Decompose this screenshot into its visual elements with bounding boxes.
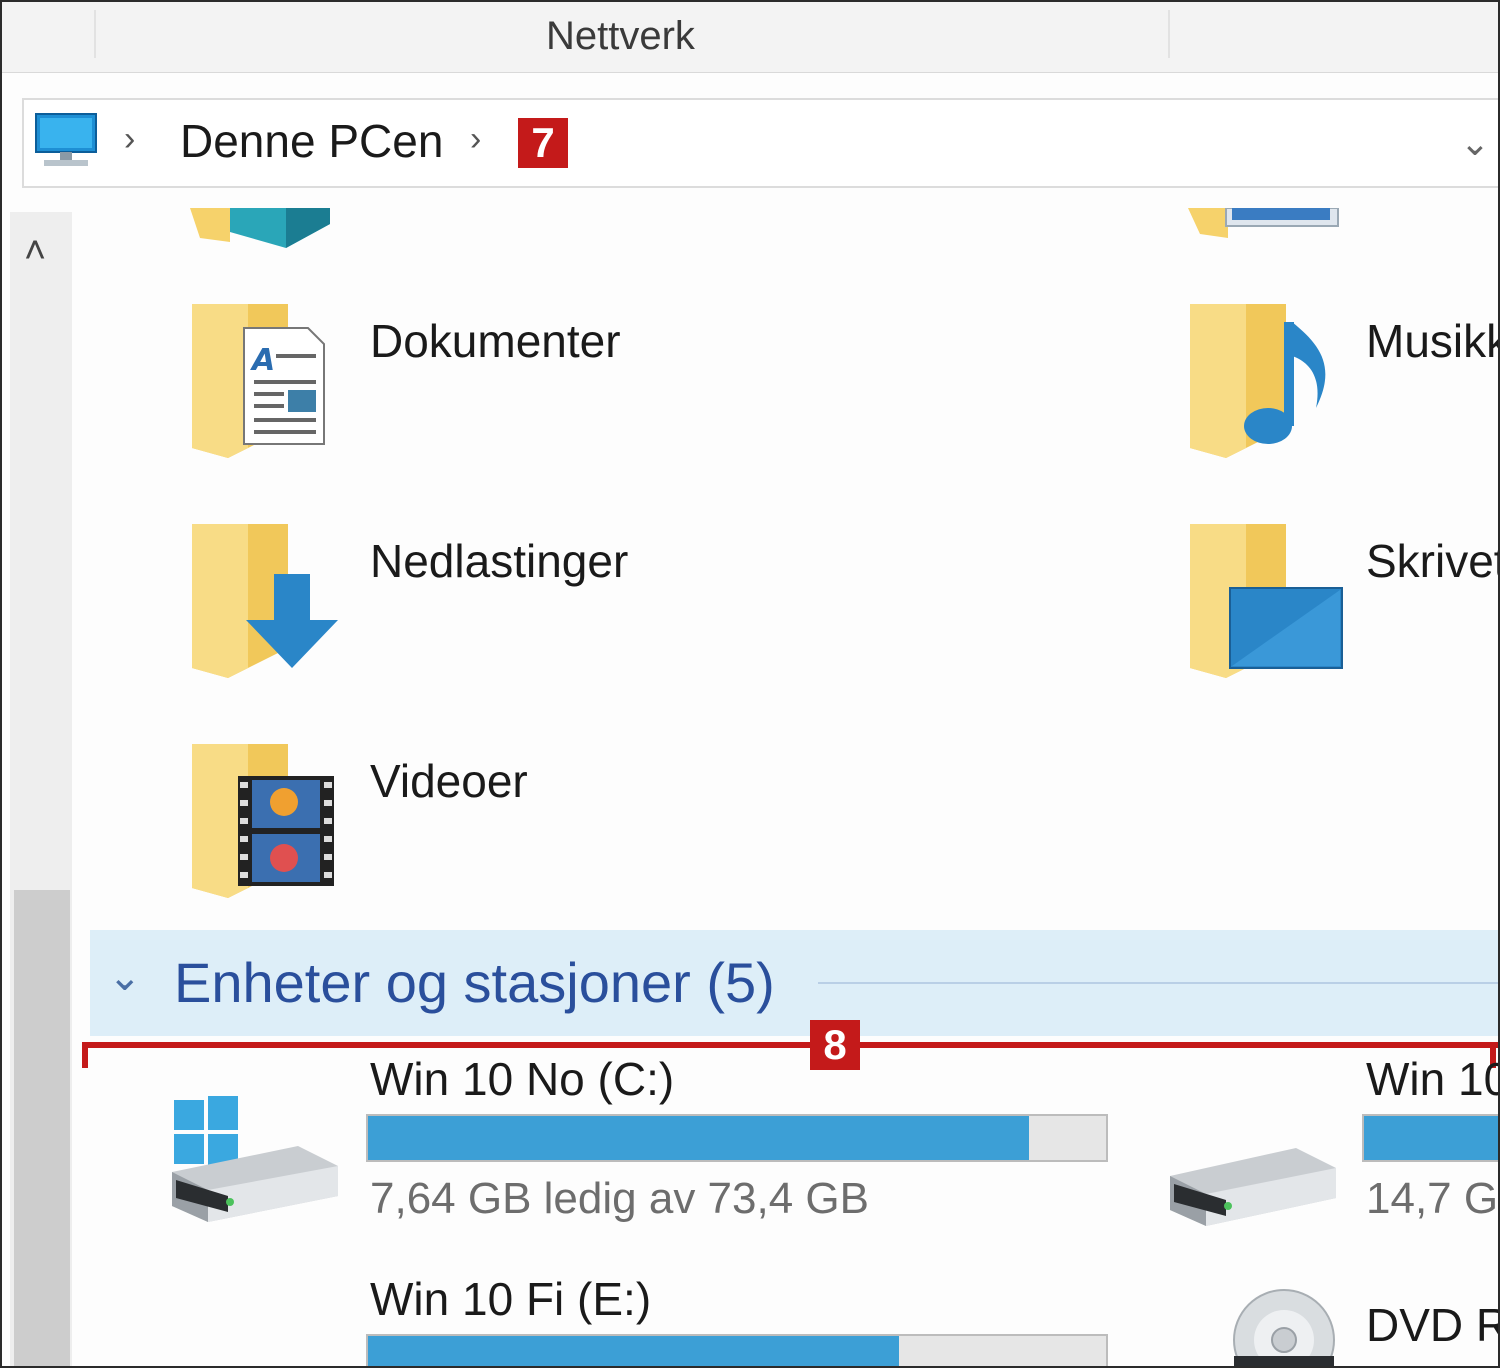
tab-divider [1168,10,1170,58]
vertical-scrollbar[interactable]: ˄ [10,212,72,1366]
computer-icon[interactable] [34,112,98,172]
drive-free-space: 7,64 GB ledig av 73,4 GB [370,1174,869,1223]
explorer-window: Nettverk › Denne PCen › 7 ⌄ ˄ A Dokument… [0,0,1500,1368]
drive-usage-bar [366,1334,1108,1366]
tab-nettverk[interactable]: Nettverk [546,14,695,59]
hard-drive-icon [1170,1148,1336,1226]
address-dropdown-icon[interactable]: ⌄ [1460,122,1490,164]
windows-drive-icon [172,1096,338,1222]
drive-name: Win 10 Fi (E:) [370,1273,652,1325]
folder-3d-objects-icon[interactable] [190,208,340,248]
breadcrumb-denne-pcen[interactable]: Denne PCen [180,114,443,168]
drive-name: Win 10 No (C:) [370,1053,675,1105]
drive-free-space: 14,7 GB [1366,1174,1499,1223]
group-header-enheter-og-stasjoner[interactable]: ⌄ Enheter og stasjoner (5) [90,930,1498,1036]
tab-divider [94,10,96,58]
tab-strip: Nettverk [2,2,1498,73]
drive-usage-fill [368,1116,1030,1160]
downloads-folder-icon [192,524,338,678]
desktop-folder-icon [1190,524,1343,678]
collapse-chevron-icon[interactable]: ⌄ [108,954,142,1000]
dvd-drive-icon [1233,1289,1335,1366]
folder-label: Dokumenter [370,315,621,367]
drive-name: DVD R [1366,1299,1500,1351]
scrollbar-thumb[interactable] [14,890,70,1366]
folder-label: Musikk [1366,315,1500,367]
drive-name: Win 10 [1366,1053,1500,1105]
breadcrumb-chevron-icon[interactable]: › [124,120,135,159]
callout-badge: 7 [518,118,568,168]
folder-pictures-icon[interactable] [1188,208,1348,244]
callout-badge: 8 [810,1020,860,1070]
videos-folder-icon [192,744,334,898]
music-folder-icon [1190,304,1326,458]
drive-usage-fill [1364,1116,1498,1160]
breadcrumb-chevron-icon[interactable]: › [470,120,481,159]
group-divider [818,982,1498,984]
group-title[interactable]: Enheter og stasjoner (5) [174,950,775,1015]
folder-label: Videoer [370,755,528,807]
scroll-up-icon[interactable]: ˄ [24,232,46,270]
svg-text:A: A [250,343,275,378]
documents-folder-icon: A [192,304,325,458]
callout-line [82,1042,1498,1048]
folder-label: Skrivet [1366,535,1500,587]
callout-line-tick [82,1042,88,1068]
address-bar[interactable]: › Denne PCen › 7 ⌄ [22,98,1498,188]
drive-usage-bar [1362,1114,1498,1162]
folder-label: Nedlastinger [370,535,629,587]
drive-usage-bar [366,1114,1108,1162]
drive-usage-fill [368,1336,900,1366]
